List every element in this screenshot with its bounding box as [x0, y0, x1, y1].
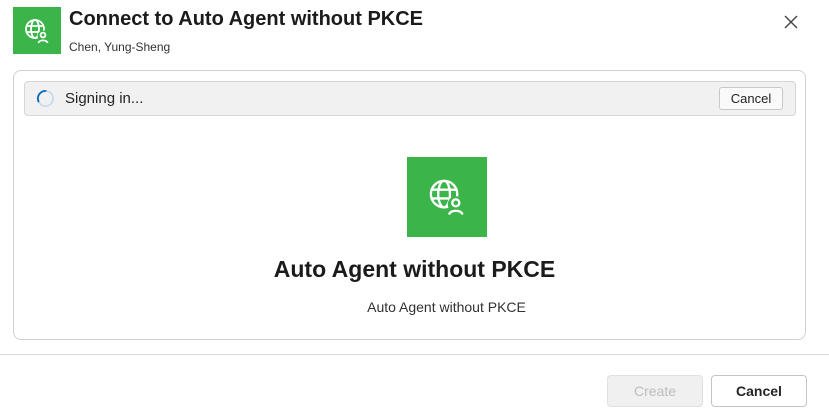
agent-name: Auto Agent without PKCE [273, 256, 556, 282]
footer-divider [0, 354, 829, 355]
globe-person-icon [429, 179, 464, 216]
spinner-icon [36, 89, 55, 108]
close-icon [784, 15, 798, 29]
connector-icon [13, 7, 61, 54]
signin-cancel-button[interactable]: Cancel [719, 87, 783, 110]
agent-description: Auto Agent without PKCE [367, 299, 526, 315]
dialog-title: Connect to Auto Agent without PKCE [69, 8, 424, 30]
globe-person-icon [25, 18, 49, 43]
create-button[interactable]: Create [607, 375, 703, 407]
agent-logo [407, 157, 487, 237]
cancel-button[interactable]: Cancel [711, 375, 807, 407]
account-name: Chen, Yung-Sheng [69, 40, 171, 54]
signin-status-text: Signing in... [65, 90, 144, 107]
close-button[interactable] [779, 10, 803, 34]
